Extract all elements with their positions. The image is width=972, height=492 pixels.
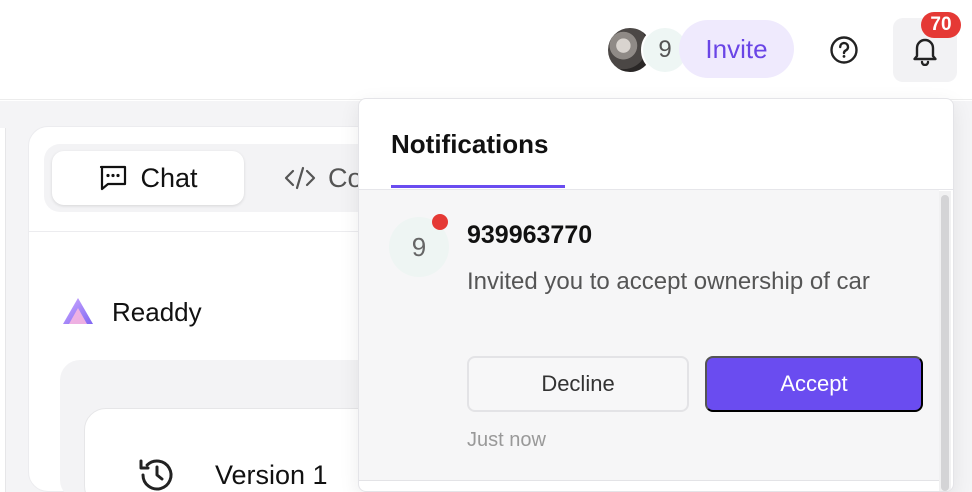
notification-count-badge: 70 bbox=[921, 12, 961, 38]
notification-sender: 939963770 bbox=[467, 221, 593, 249]
history-icon bbox=[139, 459, 173, 491]
help-icon bbox=[830, 36, 858, 64]
tab-chat[interactable]: Chat bbox=[52, 151, 244, 205]
notifications-dropdown: Notifications 9 939963770 Invited you to… bbox=[358, 98, 954, 492]
notification-divider bbox=[359, 480, 939, 481]
tab-chat-label: Chat bbox=[140, 162, 198, 193]
chat-icon bbox=[100, 165, 127, 191]
notification-time: Just now bbox=[467, 429, 546, 451]
code-icon bbox=[284, 166, 316, 190]
help-button[interactable] bbox=[820, 26, 868, 74]
bell-icon bbox=[913, 38, 937, 66]
invite-button[interactable]: Invite bbox=[679, 20, 794, 78]
notification-avatar-text: 9 bbox=[411, 231, 427, 262]
notifications-title: Notifications bbox=[391, 129, 549, 159]
notifications-scroll-thumb[interactable] bbox=[941, 195, 949, 491]
brand-name: Readdy bbox=[112, 296, 202, 327]
decline-button[interactable]: Decline bbox=[467, 356, 689, 412]
accept-button[interactable]: Accept bbox=[705, 356, 923, 412]
readdy-logo-icon bbox=[63, 298, 93, 324]
notifications-tab-underline bbox=[391, 185, 565, 188]
collaborator-count: 9 bbox=[658, 36, 672, 63]
notification-message: Invited you to accept ownership of car bbox=[467, 268, 870, 295]
left-panel-edge bbox=[0, 128, 6, 492]
unread-dot bbox=[432, 214, 448, 230]
assistant-brand: Readdy bbox=[60, 296, 202, 328]
version-label: Version 1 bbox=[215, 459, 328, 490]
version-row: Version 1 bbox=[135, 455, 328, 492]
tab-code[interactable]: Co bbox=[284, 151, 363, 205]
